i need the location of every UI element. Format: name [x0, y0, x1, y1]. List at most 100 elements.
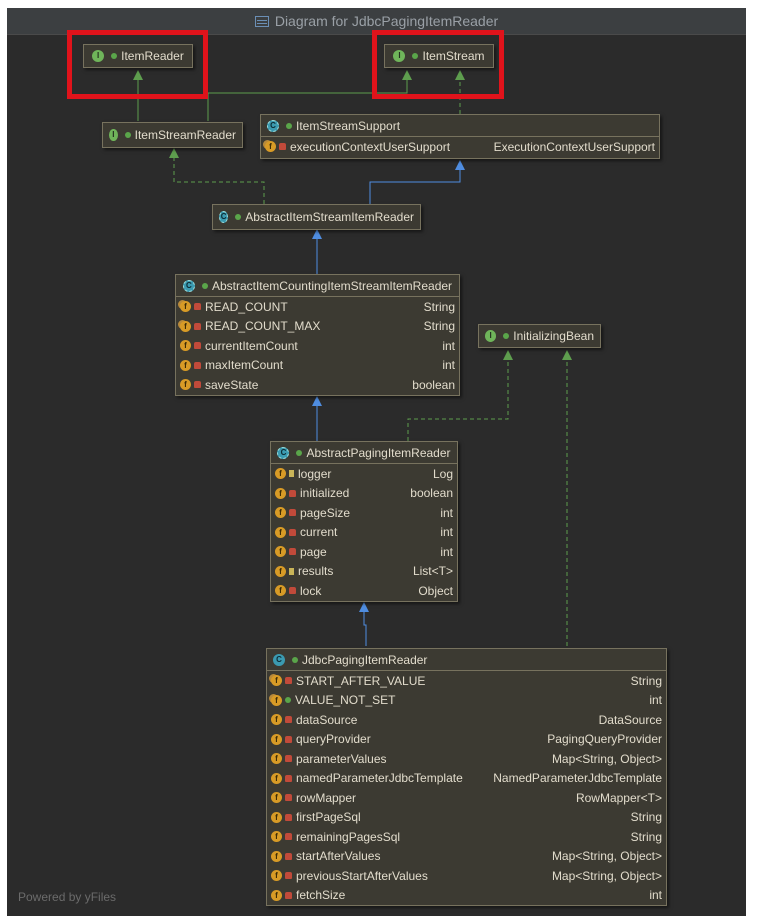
highlight-box-item-stream [372, 30, 504, 99]
field-type: ExecutionContextUserSupport [493, 139, 655, 154]
field-row: f maxItemCount int [176, 356, 459, 376]
field-icon: f [275, 487, 286, 499]
public-icon [286, 122, 292, 129]
interface-icon: I [109, 129, 118, 141]
field-type: Object [418, 583, 453, 598]
field-row: f START_AFTER_VALUE String [267, 671, 666, 691]
field-row: f pageSize int [271, 503, 457, 523]
field-name: firstPageSql [296, 810, 361, 825]
private-icon [194, 361, 201, 369]
private-icon [289, 548, 296, 556]
field-name: saveState [205, 377, 259, 392]
edge-aisir-extends-itemstreamsupport [369, 168, 461, 204]
field-icon: f [275, 585, 286, 597]
protected-icon [289, 567, 294, 575]
public-icon [296, 449, 303, 456]
private-icon [285, 716, 292, 724]
arrow-initializingbean-a [503, 350, 513, 360]
node-item-stream-support[interactable]: C ItemStreamSupport f executionContextUs… [260, 114, 660, 159]
field-icon: f [271, 714, 282, 726]
field-type: PagingQueryProvider [547, 732, 662, 747]
field-type: String [630, 673, 662, 688]
node-initializing-bean-label: InitializingBean [513, 329, 594, 343]
field-name: START_AFTER_VALUE [296, 673, 426, 688]
field-name: initialized [300, 486, 350, 501]
field-icon: f [271, 811, 282, 823]
arrow-paging [359, 602, 369, 612]
field-type: String [630, 829, 662, 844]
interface-icon: I [485, 330, 497, 342]
field-icon: f [271, 772, 282, 784]
field-icon: f [275, 546, 286, 558]
field-icon: f [271, 889, 282, 901]
field-type: int [440, 505, 453, 520]
field-type: int [440, 525, 453, 540]
node-item-stream-reader-label: ItemStreamReader [134, 128, 236, 142]
private-icon [194, 303, 201, 311]
abstract-class-icon: C [219, 211, 229, 223]
node-abstract-item-stream-item-reader[interactable]: C AbstractItemStreamItemReader [212, 204, 421, 230]
field-name: executionContextUserSupport [290, 139, 451, 154]
private-icon [285, 755, 292, 763]
field-row: f rowMapper RowMapper<T> [267, 788, 666, 808]
node-jdbc-paging-item-reader[interactable]: C JdbcPagingItemReader f START_AFTER_VALU… [266, 648, 667, 906]
node-aisir-label: AbstractItemStreamItemReader [245, 210, 414, 224]
field-row: f results List<T> [271, 562, 457, 582]
protected-icon [289, 470, 294, 478]
field-row: f dataSource DataSource [267, 710, 666, 730]
field-list: f logger Log f initialized boolean f pageSize in… [271, 464, 457, 601]
field-name: remainingPagesSql [296, 829, 401, 844]
field-icon: f [275, 526, 286, 538]
field-type: String [423, 299, 455, 314]
field-type: boolean [410, 486, 453, 501]
field-row: f READ_COUNT_MAX String [176, 317, 459, 337]
field-icon: f [271, 753, 282, 765]
field-icon: f [180, 359, 191, 371]
field-row: f previousStartAfterValues Map<String, Obj… [267, 866, 666, 886]
private-icon [289, 509, 296, 517]
field-type: int [649, 888, 662, 903]
field-name: dataSource [296, 712, 358, 727]
field-row: f current int [271, 523, 457, 543]
field-type: DataSource [598, 712, 662, 727]
field-name: rowMapper [296, 790, 357, 805]
highlight-box-item-reader [67, 30, 208, 99]
private-icon [285, 774, 292, 782]
arrow-aisir [312, 229, 322, 239]
field-row: f queryProvider PagingQueryProvider [267, 730, 666, 750]
abstract-class-icon: C [277, 446, 290, 459]
field-icon: f [180, 301, 191, 313]
field-row: f lock Object [271, 581, 457, 601]
field-row: f saveState boolean [176, 375, 459, 395]
field-row: f executionContextUserSupport ExecutionC… [261, 137, 659, 157]
node-abstract-paging-item-reader[interactable]: C AbstractPagingItemReader f logger Log f in… [270, 441, 458, 602]
field-type: NamedParameterJdbcTemplate [493, 771, 662, 786]
field-type: RowMapper<T> [575, 790, 662, 805]
private-icon [289, 587, 296, 595]
field-name: VALUE_NOT_SET [295, 693, 396, 708]
powered-by-footer: Powered by yFiles [18, 890, 117, 904]
field-row: f remainingPagesSql String [267, 827, 666, 847]
public-icon [124, 132, 131, 138]
node-abstract-item-counting-item-stream-item-reader[interactable]: C AbstractItemCountingItemStreamItemRead… [175, 274, 460, 396]
field-row: f firstPageSql String [267, 808, 666, 828]
field-name: READ_COUNT_MAX [205, 319, 321, 334]
field-icon: f [180, 379, 191, 391]
field-name: current [300, 525, 338, 540]
field-name: pageSize [300, 505, 351, 520]
field-icon: f [271, 870, 282, 882]
field-name: lock [300, 583, 322, 598]
field-type: int [442, 358, 455, 373]
private-icon [285, 872, 292, 880]
node-initializing-bean[interactable]: I InitializingBean [478, 324, 601, 348]
field-row: f fetchSize int [267, 886, 666, 906]
field-type: Map<String, Object> [551, 849, 662, 864]
field-row: f initialized boolean [271, 484, 457, 504]
node-item-stream-reader[interactable]: I ItemStreamReader [102, 122, 243, 148]
field-list: f START_AFTER_VALUE String f VALUE_NOT_SETin… [267, 671, 666, 905]
field-icon: f [271, 831, 282, 843]
field-type: boolean [412, 377, 455, 392]
field-name: parameterValues [296, 751, 387, 766]
edge-jdbc-extends-paging [363, 610, 367, 646]
field-icon: f [275, 507, 286, 519]
